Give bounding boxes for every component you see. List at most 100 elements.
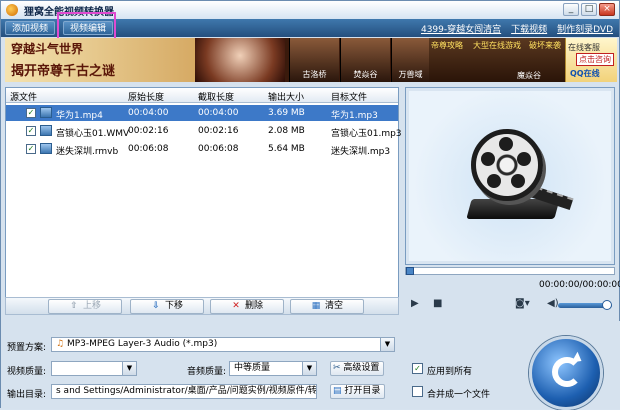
- table-row[interactable]: ✓ 宫锁心玉01.WMV 00:02:16 00:02:16 2.08 MB 宫…: [6, 123, 402, 139]
- row-size: 3.69 MB: [268, 108, 305, 118]
- row-checkbox[interactable]: ✓: [26, 126, 36, 136]
- film-reel-icon: [471, 129, 543, 201]
- audio-quality-select[interactable]: 中等质量 ▼: [229, 361, 317, 376]
- table-row[interactable]: ✓ 华为1.mp4 00:04:00 00:04:00 3.69 MB 华为1.…: [6, 105, 398, 121]
- row-size: 2.08 MB: [268, 126, 305, 136]
- delete-icon: ✕: [232, 301, 240, 311]
- banner-ads[interactable]: 帝尊攻略 大型在线游戏 破坏来袭 魔焱谷: [429, 38, 565, 82]
- col-source[interactable]: 源文件: [10, 90, 37, 103]
- seek-handle[interactable]: [406, 267, 414, 275]
- thumb-label: 魔焱谷: [517, 71, 541, 80]
- music-icon: ♫: [56, 339, 67, 349]
- maximize-button[interactable]: □: [581, 3, 597, 16]
- arrow-down-icon: ⇩: [152, 301, 160, 311]
- volume-handle[interactable]: [602, 300, 612, 310]
- move-down-button[interactable]: ⇩ 下移: [130, 299, 204, 314]
- open-dir-button[interactable]: ▤ 打开目录: [330, 384, 386, 399]
- link-download-video[interactable]: 下载视频: [511, 22, 547, 35]
- row-orig: 00:06:08: [128, 144, 169, 154]
- banner-thumb-2[interactable]: 焚焱谷: [340, 38, 390, 82]
- row-name: 华为1.mp4: [56, 111, 103, 121]
- minimize-button[interactable]: _: [563, 3, 579, 16]
- qq-online[interactable]: QQ在线: [570, 68, 600, 79]
- row-cut: 00:04:00: [198, 108, 239, 118]
- video-quality-select[interactable]: ▼: [51, 361, 137, 376]
- film-icon: [40, 143, 52, 154]
- merge-label: 合并成一个文件: [427, 390, 491, 400]
- clear-icon: ▦: [311, 301, 321, 311]
- open-dir-label: 打开目录: [344, 386, 381, 396]
- chevron-down-icon[interactable]: ▼: [122, 362, 136, 375]
- snapshot-icon[interactable]: ◙▾: [515, 298, 530, 309]
- clear-button[interactable]: ▦ 清空: [290, 299, 364, 314]
- convert-button[interactable]: [529, 336, 603, 410]
- output-dir-label: 输出目录:: [7, 390, 47, 400]
- audio-quality-value: 中等质量: [234, 363, 271, 373]
- service-label: 在线客服: [568, 43, 600, 52]
- row-checkbox[interactable]: ✓: [26, 144, 36, 154]
- row-orig: 00:04:00: [128, 108, 169, 118]
- video-quality-label: 视频质量:: [7, 367, 47, 377]
- seek-bar[interactable]: [405, 267, 615, 275]
- tools-icon: ✂: [333, 363, 344, 373]
- delete-label: 删除: [244, 301, 263, 311]
- chevron-down-icon[interactable]: ▼: [380, 338, 394, 351]
- film-icon: [40, 125, 52, 136]
- advanced-label: 高级设置: [343, 363, 380, 373]
- clear-label: 清空: [324, 301, 343, 311]
- ad-banner[interactable]: 穿越斗气世界 揭开帝尊千古之谜 古洛桥 焚焱谷 万兽域 帝尊攻略 大型在线游戏 …: [5, 38, 617, 82]
- preview-area: [409, 91, 611, 261]
- advanced-settings-button[interactable]: ✂ 高级设置: [330, 361, 385, 376]
- banner-line1: 穿越斗气世界: [11, 42, 84, 56]
- thumb-label: 古洛桥: [302, 70, 327, 79]
- banner-thumb-3[interactable]: 万兽域: [391, 38, 429, 82]
- play-icon[interactable]: ▶: [411, 298, 419, 309]
- move-down-label: 下移: [164, 301, 183, 311]
- row-checkbox[interactable]: ✓: [26, 108, 36, 118]
- arrow-up-icon: ⇧: [70, 301, 78, 311]
- col-orig-length[interactable]: 原始长度: [128, 90, 164, 103]
- link-game[interactable]: 4399-穿越女闯清宫: [421, 22, 501, 35]
- move-up-label: 上移: [82, 301, 101, 311]
- col-target-file[interactable]: 目标文件: [331, 90, 367, 103]
- preset-label: 预置方案:: [7, 343, 47, 353]
- delete-button[interactable]: ✕ 删除: [210, 299, 284, 314]
- move-up-button[interactable]: ⇧ 上移: [48, 299, 122, 314]
- stop-icon[interactable]: ■: [433, 298, 442, 309]
- app-logo-icon: [6, 4, 18, 16]
- merge-checkbox[interactable]: ✓: [412, 386, 423, 397]
- col-cut-length[interactable]: 截取长度: [198, 90, 234, 103]
- volume-icon[interactable]: ◀): [547, 298, 559, 309]
- add-video-button[interactable]: 添加视频: [5, 21, 56, 35]
- preset-value: MP3-MPEG Layer-3 Audio (*.mp3): [66, 339, 218, 349]
- file-table-header: 源文件 原始长度 截取长度 输出大小 目标文件: [6, 88, 398, 103]
- app-window: 狸窝全能视频转换器 _ □ × 添加视频 视频编辑 4399-穿越女闯清宫 下载…: [0, 0, 620, 410]
- thumb-label: 焚焱谷: [353, 70, 378, 79]
- volume-slider[interactable]: [558, 300, 612, 310]
- table-row[interactable]: ✓ 迷失深圳.rmvb 00:06:08 00:06:08 5.64 MB 迷失…: [6, 141, 398, 157]
- row-size: 5.64 MB: [268, 144, 305, 154]
- video-preview: [405, 87, 615, 265]
- row-cut: 00:02:16: [198, 126, 239, 136]
- list-button-bar: ⇧ 上移 ⇩ 下移 ✕ 删除 ▦ 清空: [5, 297, 399, 315]
- ad-line-3: 破坏来袭: [529, 41, 561, 50]
- link-make-dvd[interactable]: 制作刻录DVD: [557, 22, 613, 35]
- close-button[interactable]: ×: [599, 3, 615, 16]
- banner-art: 穿越斗气世界 揭开帝尊千古之谜: [5, 38, 285, 82]
- time-readout: 00:00:00/00:00:00: [539, 280, 620, 290]
- thumb-label: 万兽域: [398, 70, 423, 79]
- online-service[interactable]: 在线客服 点击咨询 QQ在线: [565, 38, 617, 82]
- chevron-down-icon[interactable]: ▼: [302, 362, 316, 375]
- apply-all-label: 应用到所有: [427, 367, 473, 377]
- service-click[interactable]: 点击咨询: [576, 53, 614, 66]
- output-path: s and Settings/Administrator/桌面/产品/问题实例/…: [56, 386, 317, 396]
- row-target: 华为1.mp3: [331, 111, 378, 121]
- banner-thumb-1[interactable]: 古洛桥: [289, 38, 339, 82]
- apply-all-checkbox[interactable]: ✓: [412, 363, 423, 374]
- row-orig: 00:02:16: [128, 126, 169, 136]
- output-dir-input[interactable]: s and Settings/Administrator/桌面/产品/问题实例/…: [51, 384, 317, 399]
- col-output-size[interactable]: 输出大小: [268, 90, 304, 103]
- preset-select[interactable]: ♫ MP3-MPEG Layer-3 Audio (*.mp3) ▼: [51, 337, 395, 352]
- folder-icon: ▤: [333, 386, 345, 396]
- audio-quality-label: 音频质量:: [187, 367, 227, 377]
